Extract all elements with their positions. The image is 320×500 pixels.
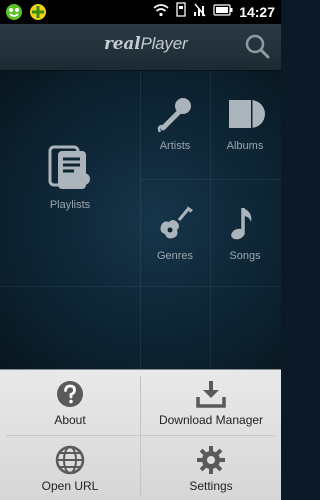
realplayer-screen: 14:27 realPlayer Playlists Artists Album… — [0, 0, 281, 500]
tile-label: Songs — [229, 250, 261, 262]
download-manager-menu-item[interactable]: Download Manager — [141, 370, 281, 435]
settings-menu-item[interactable]: Settings — [141, 436, 281, 500]
globe-icon — [55, 445, 85, 474]
playlists-icon — [48, 145, 90, 189]
tile-albums[interactable]: Albums — [215, 96, 275, 152]
gear-icon — [197, 445, 225, 474]
app-notify-icon-2[interactable] — [28, 2, 48, 22]
download-icon — [196, 380, 226, 408]
menu-item-label: About — [54, 412, 86, 427]
tile-genres[interactable]: Genres — [145, 204, 205, 262]
tile-playlists[interactable]: Playlists — [30, 143, 110, 211]
search-icon[interactable] — [243, 32, 271, 60]
realplayer-logo: realPlayer — [104, 34, 188, 54]
help-icon — [57, 380, 83, 407]
status-bar: 14:27 — [0, 0, 281, 24]
menu-item-label: Open URL — [41, 478, 99, 493]
tile-songs[interactable]: Songs — [215, 204, 275, 262]
tile-artists[interactable]: Artists — [145, 96, 205, 152]
open-url-menu-item[interactable]: Open URL — [0, 436, 140, 500]
about-menu-item[interactable]: About — [0, 370, 140, 435]
app-header: realPlayer — [0, 24, 281, 71]
no-signal-icon — [193, 3, 207, 22]
menu-item-label: Settings — [189, 478, 233, 493]
library-grid: Playlists Artists Albums Genres Songs — [0, 71, 281, 371]
music-note-icon — [231, 208, 252, 240]
tile-label: Genres — [156, 250, 194, 262]
status-time: 14:27 — [239, 4, 275, 20]
tile-label: Playlists — [49, 199, 91, 211]
battery-icon — [213, 3, 233, 21]
guitar-icon — [160, 206, 193, 239]
tile-label: Albums — [226, 140, 264, 152]
album-icon — [229, 100, 265, 128]
sd-card-icon — [175, 2, 187, 22]
app-notify-icon[interactable] — [4, 2, 24, 22]
wifi-icon — [153, 3, 169, 22]
microphone-icon — [157, 98, 191, 133]
options-menu: About Download Manager Open URL Settings — [0, 369, 281, 500]
tile-label: Artists — [159, 140, 191, 152]
menu-item-label: Download Manager — [158, 412, 264, 427]
